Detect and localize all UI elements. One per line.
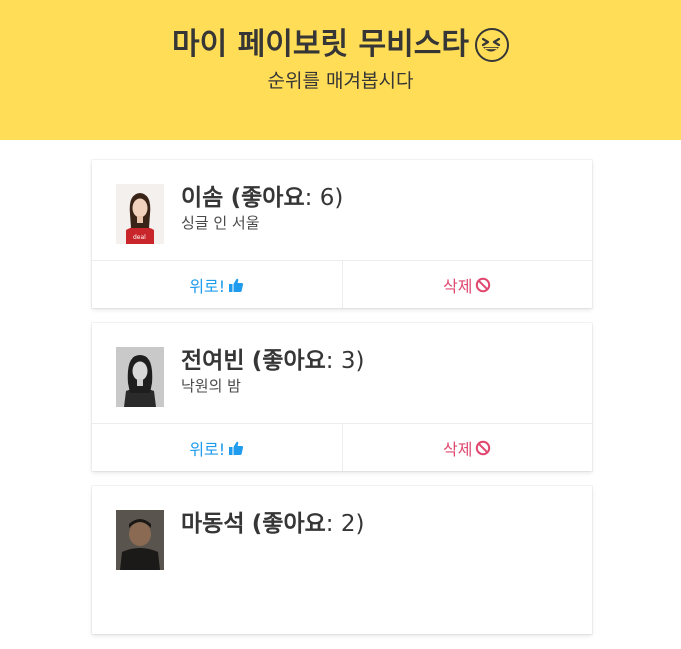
likes-label: (좋아요 bbox=[230, 185, 305, 211]
star-avatar bbox=[116, 510, 164, 570]
page-title-text: 마이 페이보릿 무비스타 bbox=[172, 27, 469, 62]
thumbs-up-icon bbox=[229, 441, 244, 455]
ban-icon bbox=[476, 440, 491, 455]
star-avatar bbox=[116, 347, 164, 407]
card-content: deal 이솜 (좋아요: 6) 싱글 인 서울 bbox=[92, 160, 592, 260]
cheer-label: 위로! bbox=[189, 439, 226, 459]
page-title: 마이 페이보릿 무비스타 bbox=[0, 26, 681, 64]
delete-label: 삭제 bbox=[443, 439, 473, 459]
star-title: 마동석 (좋아요: 2) bbox=[181, 509, 364, 539]
star-list: deal 이솜 (좋아요: 6) 싱글 인 서울 위로! 삭제 전여빈 (좋아요… bbox=[92, 160, 592, 649]
ban-icon bbox=[476, 277, 491, 292]
card-body: 마동석 (좋아요: 2) bbox=[181, 509, 364, 539]
star-card: 마동석 (좋아요: 2) bbox=[92, 486, 592, 634]
cheer-button[interactable]: 위로! bbox=[92, 424, 342, 471]
delete-label: 삭제 bbox=[443, 276, 473, 296]
card-footer: 위로! 삭제 bbox=[92, 260, 592, 308]
card-content: 마동석 (좋아요: 2) bbox=[92, 486, 592, 586]
hero-header: 마이 페이보릿 무비스타 순위를 매겨봅시다 bbox=[0, 0, 681, 140]
card-body: 전여빈 (좋아요: 3) 낙원의 밤 bbox=[181, 346, 364, 396]
grinning-squinting-face-icon bbox=[474, 28, 509, 62]
star-movie: 싱글 인 서울 bbox=[181, 214, 260, 232]
cheer-button[interactable]: 위로! bbox=[92, 261, 342, 308]
delete-button[interactable]: 삭제 bbox=[341, 424, 593, 471]
star-movie: 낙원의 밤 bbox=[181, 377, 241, 395]
card-content: 전여빈 (좋아요: 3) 낙원의 밤 bbox=[92, 323, 592, 423]
star-name: 이솜 bbox=[181, 185, 224, 211]
star-card: deal 이솜 (좋아요: 6) 싱글 인 서울 위로! 삭제 bbox=[92, 160, 592, 308]
star-title: 이솜 (좋아요: 6) bbox=[181, 183, 343, 213]
card-footer: 위로! 삭제 bbox=[92, 423, 592, 471]
likes-label: (좋아요 bbox=[251, 511, 326, 537]
likes-count: : 3) bbox=[325, 348, 365, 374]
likes-count: : 2) bbox=[325, 511, 365, 537]
svg-text:deal: deal bbox=[133, 234, 146, 241]
page-subtitle: 순위를 매겨봅시다 bbox=[267, 70, 414, 92]
likes-count: : 6) bbox=[304, 185, 344, 211]
cheer-label: 위로! bbox=[189, 276, 226, 296]
star-title: 전여빈 (좋아요: 3) bbox=[181, 346, 364, 376]
star-avatar: deal bbox=[116, 184, 164, 244]
likes-label: (좋아요 bbox=[251, 348, 326, 374]
thumbs-up-icon bbox=[229, 278, 244, 292]
star-name: 마동석 bbox=[181, 511, 245, 537]
star-name: 전여빈 bbox=[181, 348, 245, 374]
delete-button[interactable]: 삭제 bbox=[341, 261, 593, 308]
star-card: 전여빈 (좋아요: 3) 낙원의 밤 위로! 삭제 bbox=[92, 323, 592, 471]
card-body: 이솜 (좋아요: 6) 싱글 인 서울 bbox=[181, 183, 343, 233]
